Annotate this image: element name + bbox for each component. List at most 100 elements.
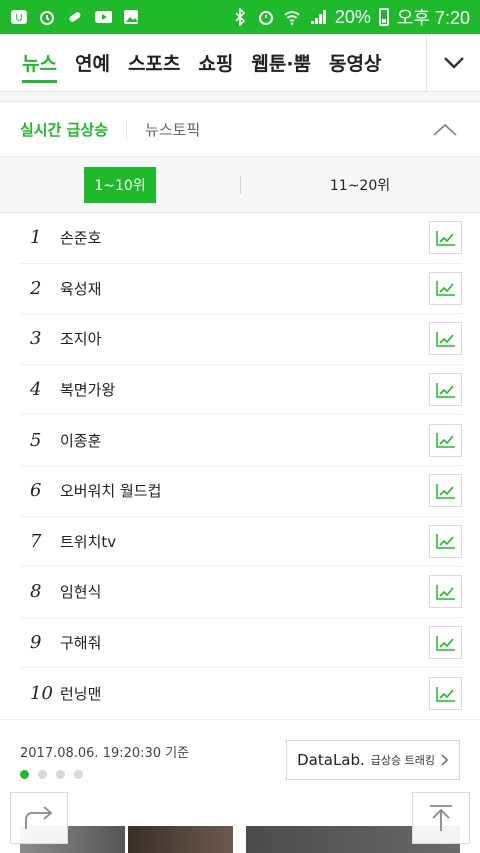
page-dot[interactable] <box>38 770 47 779</box>
ranking-row[interactable]: 7 트위치tv <box>20 517 462 568</box>
rank-keyword[interactable]: 오버워치 월드컵 <box>60 480 429 501</box>
ranking-row[interactable]: 2 육성재 <box>20 264 462 315</box>
news-thumbnails <box>0 822 480 853</box>
battery-percent: 20% <box>334 6 371 27</box>
gallery-icon <box>122 8 140 26</box>
trend-chart-button[interactable] <box>429 677 462 711</box>
rank-number: 8 <box>30 581 42 603</box>
ranking-row[interactable]: 6 오버워치 월드컵 <box>20 466 462 517</box>
more-menu-button[interactable] <box>426 34 480 91</box>
status-bar: U 20% 오후 7:20 <box>0 0 480 34</box>
tab-video[interactable]: 동영상 <box>329 34 381 91</box>
rank-number: 7 <box>30 530 42 552</box>
rank-keyword[interactable]: 이종훈 <box>60 430 429 451</box>
rank-range-tabs: 1~10위 11~20위 <box>0 157 480 213</box>
category-nav: 뉴스 연예 스포츠 쇼핑 웹툰·뿜 동영상 <box>0 34 480 92</box>
page-dot[interactable] <box>74 770 83 779</box>
rank-number: 10 <box>30 683 53 705</box>
rank-number: 1 <box>30 227 42 249</box>
youtube-icon <box>94 8 112 26</box>
ranking-header: 실시간 급상승 뉴스토픽 <box>0 103 480 157</box>
trend-chart-icon <box>435 281 455 297</box>
datalab-brand: DataLab. <box>297 751 365 769</box>
battery-icon <box>378 8 389 26</box>
divider-strip <box>0 92 480 102</box>
rank-keyword[interactable]: 트위치tv <box>60 531 429 552</box>
trend-chart-icon <box>435 331 455 347</box>
trend-chart-icon <box>435 686 455 702</box>
rank-number: 5 <box>30 429 42 451</box>
datalab-button[interactable]: DataLab. 급상승 트래킹 <box>286 740 460 780</box>
range-tab-11-20-label: 11~20위 <box>329 177 391 194</box>
trend-chart-icon <box>435 433 455 448</box>
trend-chart-button[interactable] <box>429 474 462 508</box>
rank-number: 2 <box>30 277 42 299</box>
page-dot[interactable] <box>20 770 29 779</box>
tab-news[interactable]: 뉴스 <box>22 34 57 91</box>
chevron-up-icon <box>433 123 457 136</box>
rank-keyword[interactable]: 구해줘 <box>60 632 429 653</box>
tab-sports[interactable]: 스포츠 <box>128 34 180 91</box>
trend-chart-icon <box>435 534 455 550</box>
rank-keyword[interactable]: 임현식 <box>60 581 429 602</box>
tab-entertainment[interactable]: 연예 <box>75 34 110 91</box>
rank-keyword[interactable]: 복면가왕 <box>60 379 429 400</box>
trend-chart-button[interactable] <box>429 524 462 558</box>
share-button[interactable] <box>10 792 68 844</box>
trend-chart-button[interactable] <box>429 271 462 305</box>
alarm-clock-icon <box>38 8 56 26</box>
ranking-footer: 2017.08.06. 19:20:30 기준 DataLab. 급상승 트래킹 <box>0 719 480 799</box>
trend-chart-button[interactable] <box>429 626 462 660</box>
ranking-row[interactable]: 3 조지아 <box>20 314 462 365</box>
news-topic-tab[interactable]: 뉴스토픽 <box>145 119 200 140</box>
rank-number: 6 <box>30 480 42 502</box>
trend-chart-button[interactable] <box>429 322 462 356</box>
rank-keyword[interactable]: 런닝맨 <box>60 683 429 704</box>
rank-number: 3 <box>30 328 42 350</box>
trend-chart-icon <box>435 382 455 398</box>
datalab-subtitle: 급상승 트래킹 <box>370 754 435 767</box>
ranking-row[interactable]: 8 임현식 <box>20 567 462 618</box>
rank-number: 9 <box>30 632 42 654</box>
trend-chart-icon <box>435 483 455 499</box>
trend-chart-button[interactable] <box>429 423 462 457</box>
rank-keyword[interactable]: 조지아 <box>60 328 429 349</box>
share-arrow-icon <box>25 806 53 829</box>
tab-webtoon[interactable]: 웹툰·뿜 <box>251 34 311 91</box>
trend-chart-button[interactable] <box>429 373 462 407</box>
ranking-row[interactable]: 5 이종훈 <box>20 415 462 466</box>
arrow-up-icon <box>430 805 452 831</box>
page-dot[interactable] <box>56 770 65 779</box>
trend-chart-icon <box>435 230 455 246</box>
range-tab-1-10[interactable]: 1~10위 <box>0 157 240 212</box>
realtime-rising-tab[interactable]: 실시간 급상승 <box>20 119 108 140</box>
rank-keyword[interactable]: 육성재 <box>60 278 429 299</box>
rank-keyword[interactable]: 손준호 <box>60 227 429 248</box>
range-tab-1-10-label: 1~10위 <box>84 166 156 203</box>
svg-text:U: U <box>15 13 22 24</box>
ranking-row[interactable]: 10 런닝맨 <box>20 668 462 719</box>
rank-number: 4 <box>30 379 42 401</box>
collapse-button[interactable] <box>430 115 460 145</box>
ranking-row[interactable]: 4 복면가왕 <box>20 365 462 416</box>
range-divider <box>240 176 241 194</box>
ranking-row[interactable]: 9 구해줘 <box>20 618 462 669</box>
page-indicator <box>20 770 83 779</box>
chevron-right-icon <box>441 754 449 766</box>
tab-shopping[interactable]: 쇼핑 <box>198 34 233 91</box>
ranking-list: 1 손준호 2 육성재 3 조지아 4 복면가왕 5 이종훈 6 오버워치 월드… <box>20 213 462 719</box>
wifi-icon <box>283 8 301 26</box>
timestamp: 2017.08.06. 19:20:30 기준 <box>20 746 190 761</box>
app-notification-icon: U <box>10 8 28 26</box>
trend-chart-button[interactable] <box>429 575 462 609</box>
trend-chart-icon <box>435 584 455 600</box>
range-tab-11-20[interactable]: 11~20위 <box>240 157 480 212</box>
scroll-top-button[interactable] <box>412 792 470 844</box>
pill-icon <box>66 8 84 26</box>
header-separator <box>126 120 128 139</box>
alarm-icon <box>257 8 275 26</box>
signal-icon <box>309 8 327 26</box>
ranking-row[interactable]: 1 손준호 <box>20 213 462 264</box>
news-thumbnail[interactable] <box>128 826 233 853</box>
trend-chart-button[interactable] <box>429 221 462 255</box>
